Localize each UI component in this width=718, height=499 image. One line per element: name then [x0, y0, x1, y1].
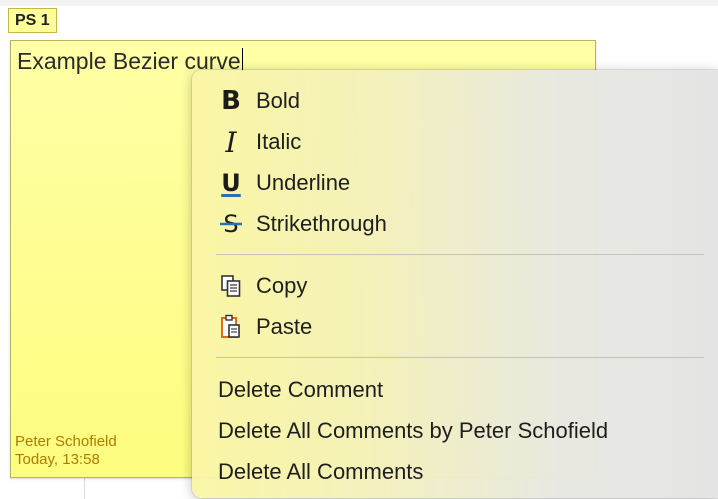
- bold-icon: B: [221, 86, 241, 116]
- menu-item-strikethrough[interactable]: S Strikethrough: [192, 204, 718, 244]
- strikethrough-icon: S: [218, 210, 244, 238]
- comment-date: Today, 13:58: [15, 451, 100, 468]
- menu-item-label: Strikethrough: [256, 211, 387, 236]
- context-menu: B Bold I Italic U Underline S Strikethro…: [192, 70, 718, 498]
- menu-separator: [216, 254, 704, 255]
- menu-separator: [216, 357, 704, 358]
- menu-item-paste[interactable]: Paste: [192, 307, 718, 347]
- author-initials: PS 1: [15, 12, 50, 29]
- menu-item-label: Copy: [256, 273, 308, 298]
- copy-icon: [218, 272, 244, 300]
- menu-item-label: Underline: [256, 170, 351, 195]
- page-top-edge: [0, 0, 718, 6]
- menu-item-delete-all-by-author[interactable]: Delete All Comments by Peter Schofield: [192, 411, 718, 451]
- menu-item-label: Paste: [256, 314, 313, 339]
- menu-item-underline[interactable]: U Underline: [192, 163, 718, 203]
- menu-item-label: Bold: [256, 88, 301, 113]
- comment-author-tag[interactable]: PS 1: [8, 8, 57, 33]
- comment-author: Peter Schofield: [15, 433, 117, 450]
- menu-item-label: Delete Comment: [218, 377, 384, 402]
- menu-item-copy[interactable]: Copy: [192, 266, 718, 306]
- menu-item-delete-all-comments[interactable]: Delete All Comments: [192, 452, 718, 492]
- paste-icon: [218, 313, 244, 341]
- menu-item-italic[interactable]: I Italic: [192, 122, 718, 162]
- text-cursor: [241, 48, 243, 72]
- menu-item-bold[interactable]: B Bold: [192, 81, 718, 121]
- menu-item-label: Delete All Comments: [218, 459, 424, 484]
- underline-icon: U: [221, 169, 241, 197]
- menu-item-label: Delete All Comments by Peter Schofield: [218, 418, 609, 443]
- menu-item-label: Italic: [256, 129, 302, 154]
- italic-icon: I: [225, 125, 237, 159]
- menu-item-delete-comment[interactable]: Delete Comment: [192, 370, 718, 410]
